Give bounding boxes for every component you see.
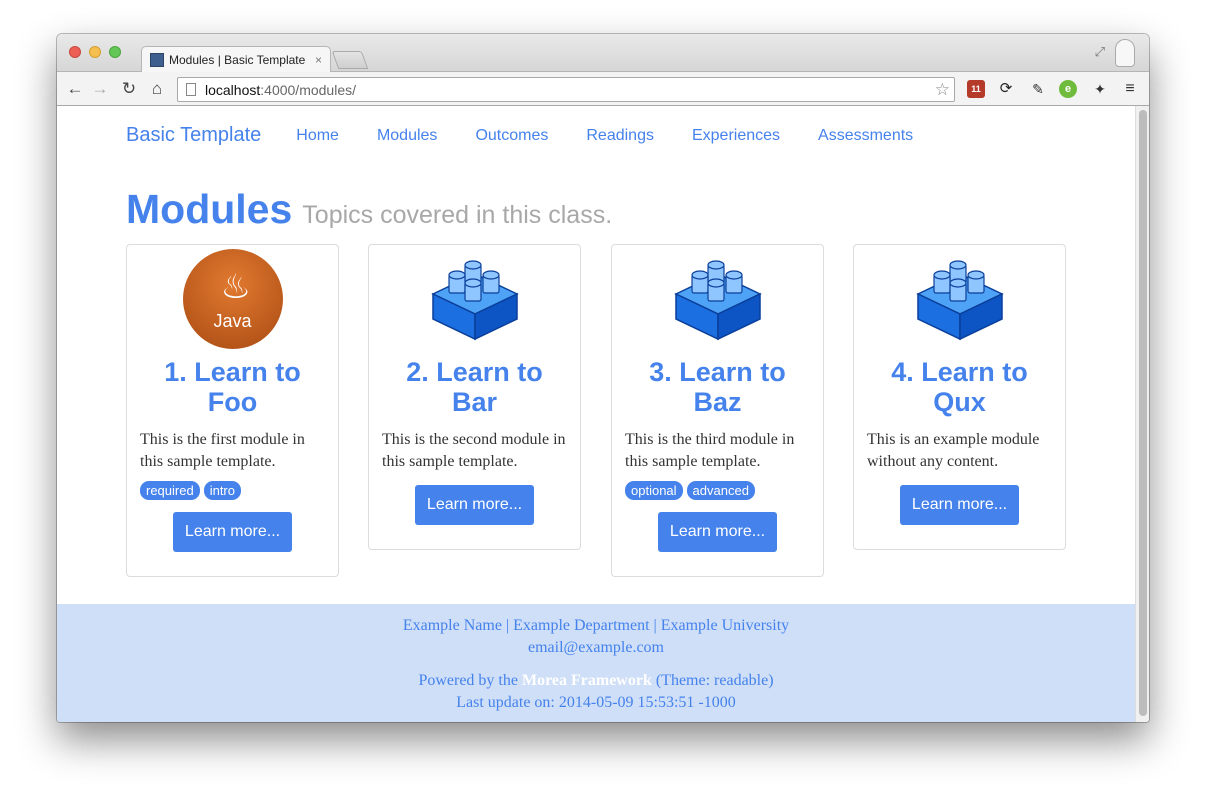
address-bar[interactable]: localhost:4000/modules/ ☆: [177, 77, 955, 102]
footer-affiliation: Example Name | Example Department | Exam…: [402, 617, 790, 634]
footer-email[interactable]: email@example.com: [57, 637, 1135, 659]
label-badge[interactable]: advanced: [686, 481, 755, 500]
learn-more-button[interactable]: Learn more...: [899, 485, 1020, 525]
module-image: ♨ Java: [182, 249, 283, 349]
tab-title: Modules | Basic Template: [169, 53, 306, 67]
browser-window: Modules | Basic Template × ⤢ ← → ↻ ⌂ loc…: [57, 34, 1149, 722]
module-description: This is the third module in this sample …: [625, 431, 795, 470]
nav-outcomes[interactable]: Outcomes: [475, 127, 548, 145]
close-tab-icon[interactable]: ×: [315, 53, 322, 67]
module-image: [425, 249, 525, 349]
home-icon[interactable]: ⌂: [147, 79, 167, 99]
profile-icon[interactable]: [1115, 39, 1135, 67]
extension-calendar-icon[interactable]: 11: [967, 80, 985, 98]
module-image: [668, 249, 768, 349]
eyedropper-icon[interactable]: ✎: [1029, 80, 1047, 98]
nav-home[interactable]: Home: [296, 127, 339, 145]
extension-evernote-icon[interactable]: e: [1059, 80, 1077, 98]
blocks-icon: [673, 260, 762, 341]
page-header: Modules Topics covered in this class.: [126, 186, 612, 233]
coffee-cup-icon: ♨: [220, 268, 251, 306]
label-badge[interactable]: optional: [625, 481, 683, 500]
powered-prefix: Powered by the: [418, 672, 522, 689]
nav-assessments[interactable]: Assessments: [818, 127, 913, 145]
java-logo-icon: ♨ Java: [182, 249, 283, 349]
minimize-window-button[interactable]: [89, 46, 101, 58]
module-title[interactable]: 1. Learn to Foo: [127, 357, 338, 417]
bookmark-star-icon[interactable]: ☆: [935, 80, 950, 100]
scrollbar-thumb[interactable]: [1139, 110, 1147, 716]
blocks-icon: [430, 260, 519, 341]
tab-modules[interactable]: Modules | Basic Template ×: [141, 46, 331, 73]
footer-last-update: Last update on: 2014-05-09 15:53:51 -100…: [456, 694, 736, 711]
favicon-icon: [150, 53, 164, 67]
module-labels: optional advanced: [612, 481, 823, 500]
zoom-window-button[interactable]: [109, 46, 121, 58]
learn-more-button[interactable]: Learn more...: [414, 485, 535, 525]
page-viewport: Basic Template Home Modules Outcomes Rea…: [57, 106, 1135, 722]
learn-more-button[interactable]: Learn more...: [172, 512, 293, 552]
module-card-1: ♨ Java 1. Learn to Foo This is the first…: [126, 244, 339, 577]
module-title[interactable]: 2. Learn to Bar: [369, 357, 580, 417]
close-window-button[interactable]: [69, 46, 81, 58]
learn-more-button[interactable]: Learn more...: [657, 512, 778, 552]
site-navbar: Basic Template Home Modules Outcomes Rea…: [126, 124, 951, 147]
brand-link[interactable]: Basic Template: [126, 124, 261, 147]
reload-icon[interactable]: ↻: [119, 79, 139, 99]
label-badge[interactable]: intro: [203, 481, 241, 500]
module-labels: required intro: [127, 481, 338, 500]
url-host: localhost: [205, 81, 261, 98]
extension-sync-icon[interactable]: ⟳: [997, 80, 1015, 98]
module-description: This is the second module in this sample…: [382, 431, 566, 470]
module-title[interactable]: 3. Learn to Baz: [612, 357, 823, 417]
blocks-icon: [915, 260, 1004, 341]
wrench-icon[interactable]: ✦: [1091, 80, 1109, 98]
page-title: Modules: [126, 186, 293, 232]
nav-modules[interactable]: Modules: [377, 127, 437, 145]
module-description: This is an example module without any co…: [867, 431, 1040, 470]
site-footer: Example Name | Example Department | Exam…: [57, 604, 1135, 722]
page-subtitle: Topics covered in this class.: [302, 201, 613, 229]
module-card-4: 4. Learn to Qux This is an example modul…: [853, 244, 1066, 550]
java-logo-text: Java: [213, 311, 252, 331]
menu-icon[interactable]: ≡: [1121, 80, 1139, 98]
title-bar: Modules | Basic Template × ⤢: [57, 34, 1149, 73]
forward-icon[interactable]: →: [90, 79, 110, 99]
page-icon: [186, 83, 196, 96]
vertical-scrollbar[interactable]: [1135, 106, 1149, 722]
module-card-2: 2. Learn to Bar This is the second modul…: [368, 244, 581, 550]
browser-toolbar: ← → ↻ ⌂ localhost:4000/modules/ ☆ 11 ⟳ ✎…: [57, 72, 1149, 106]
footer-powered-by: Powered by the Morea Framework (Theme: r…: [57, 670, 1135, 692]
module-card-3: 3. Learn to Baz This is the third module…: [611, 244, 824, 577]
module-description: This is the first module in this sample …: [140, 431, 305, 470]
label-badge[interactable]: required: [140, 481, 200, 500]
fullscreen-icon[interactable]: ⤢: [1095, 44, 1105, 60]
morea-framework-link[interactable]: Morea Framework: [522, 672, 652, 689]
nav-experiences[interactable]: Experiences: [692, 127, 780, 145]
module-title[interactable]: 4. Learn to Qux: [854, 357, 1065, 417]
url-path: :4000/modules/: [260, 81, 356, 98]
powered-suffix: (Theme: readable): [651, 672, 774, 689]
module-image: [910, 249, 1010, 349]
back-icon[interactable]: ←: [65, 79, 85, 99]
new-tab-button[interactable]: [331, 51, 369, 69]
nav-readings[interactable]: Readings: [586, 127, 654, 145]
